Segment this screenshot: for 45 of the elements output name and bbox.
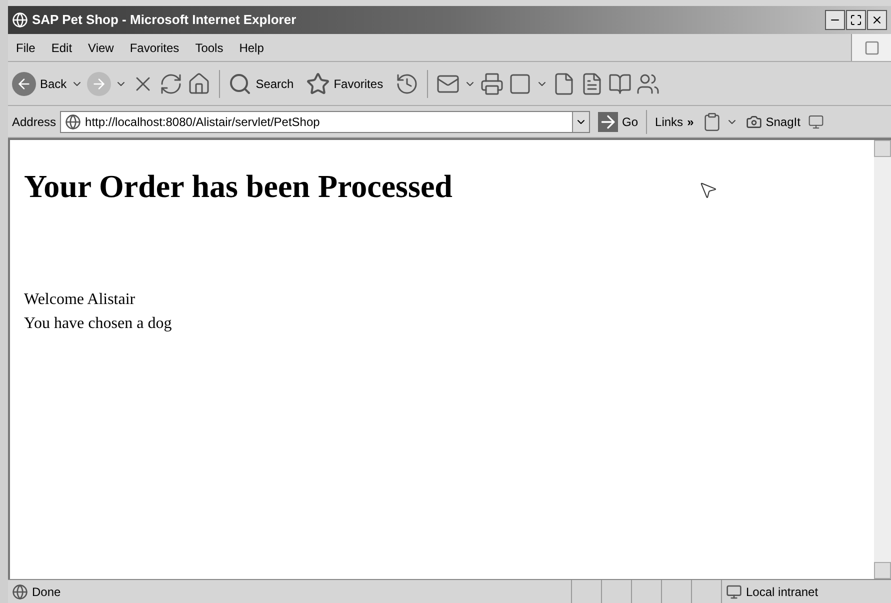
snagit-button[interactable]: SnagIt [746, 112, 800, 130]
search-icon [228, 72, 252, 96]
back-button[interactable]: Back [12, 72, 67, 96]
menu-item[interactable]: View [80, 38, 122, 56]
printer-icon[interactable] [480, 72, 504, 96]
refresh-icon[interactable] [158, 72, 183, 96]
window-title: SAP Pet Shop - Microsoft Internet Explorer [32, 11, 296, 30]
go-button[interactable]: Go [598, 112, 638, 132]
search-button[interactable]: Search [228, 72, 294, 96]
more-links-chevron[interactable]: » [687, 112, 694, 130]
page-text: You have chosen a dog [24, 314, 173, 334]
close-icon [871, 14, 883, 26]
mouse-cursor-icon [698, 180, 718, 200]
page-text: Welcome Alistair [24, 290, 136, 310]
status-text: Done [32, 584, 62, 600]
maximize-button[interactable] [846, 10, 866, 30]
maximize-icon [850, 14, 862, 26]
address-label: Address [12, 114, 56, 130]
close-button[interactable] [867, 10, 887, 30]
favorites-button[interactable]: Favorites [306, 72, 384, 96]
history-icon[interactable] [395, 72, 420, 96]
links-label[interactable]: Links [655, 112, 684, 130]
home-icon[interactable] [186, 72, 211, 96]
books-icon[interactable] [608, 72, 632, 96]
scrollbar[interactable] [874, 140, 891, 579]
menu-item[interactable]: Favorites [122, 38, 188, 56]
dropdown-button[interactable] [572, 112, 590, 132]
camera-icon [746, 114, 762, 130]
menu-item[interactable]: File [8, 38, 44, 56]
monitor-icon [726, 584, 742, 600]
star-icon [306, 72, 330, 96]
minimize-button[interactable] [825, 10, 845, 30]
menu-item[interactable]: Edit [43, 38, 80, 56]
globe-icon [65, 114, 82, 130]
menu-item[interactable]: Tools [187, 38, 232, 56]
address-field[interactable]: http://localhost:8080/Alistair/servlet/PetShop [60, 110, 590, 132]
window-icon[interactable] [808, 114, 824, 130]
zone-panel: Local intranet [721, 580, 891, 603]
browser-icon [12, 12, 28, 28]
people-icon[interactable] [636, 72, 660, 96]
page-heading: Your Order has been Processed [24, 167, 452, 206]
clipboard-icon[interactable] [702, 112, 722, 132]
page-icon [12, 584, 28, 600]
menu-item[interactable]: Help [231, 38, 272, 56]
square-icon[interactable] [508, 72, 532, 96]
